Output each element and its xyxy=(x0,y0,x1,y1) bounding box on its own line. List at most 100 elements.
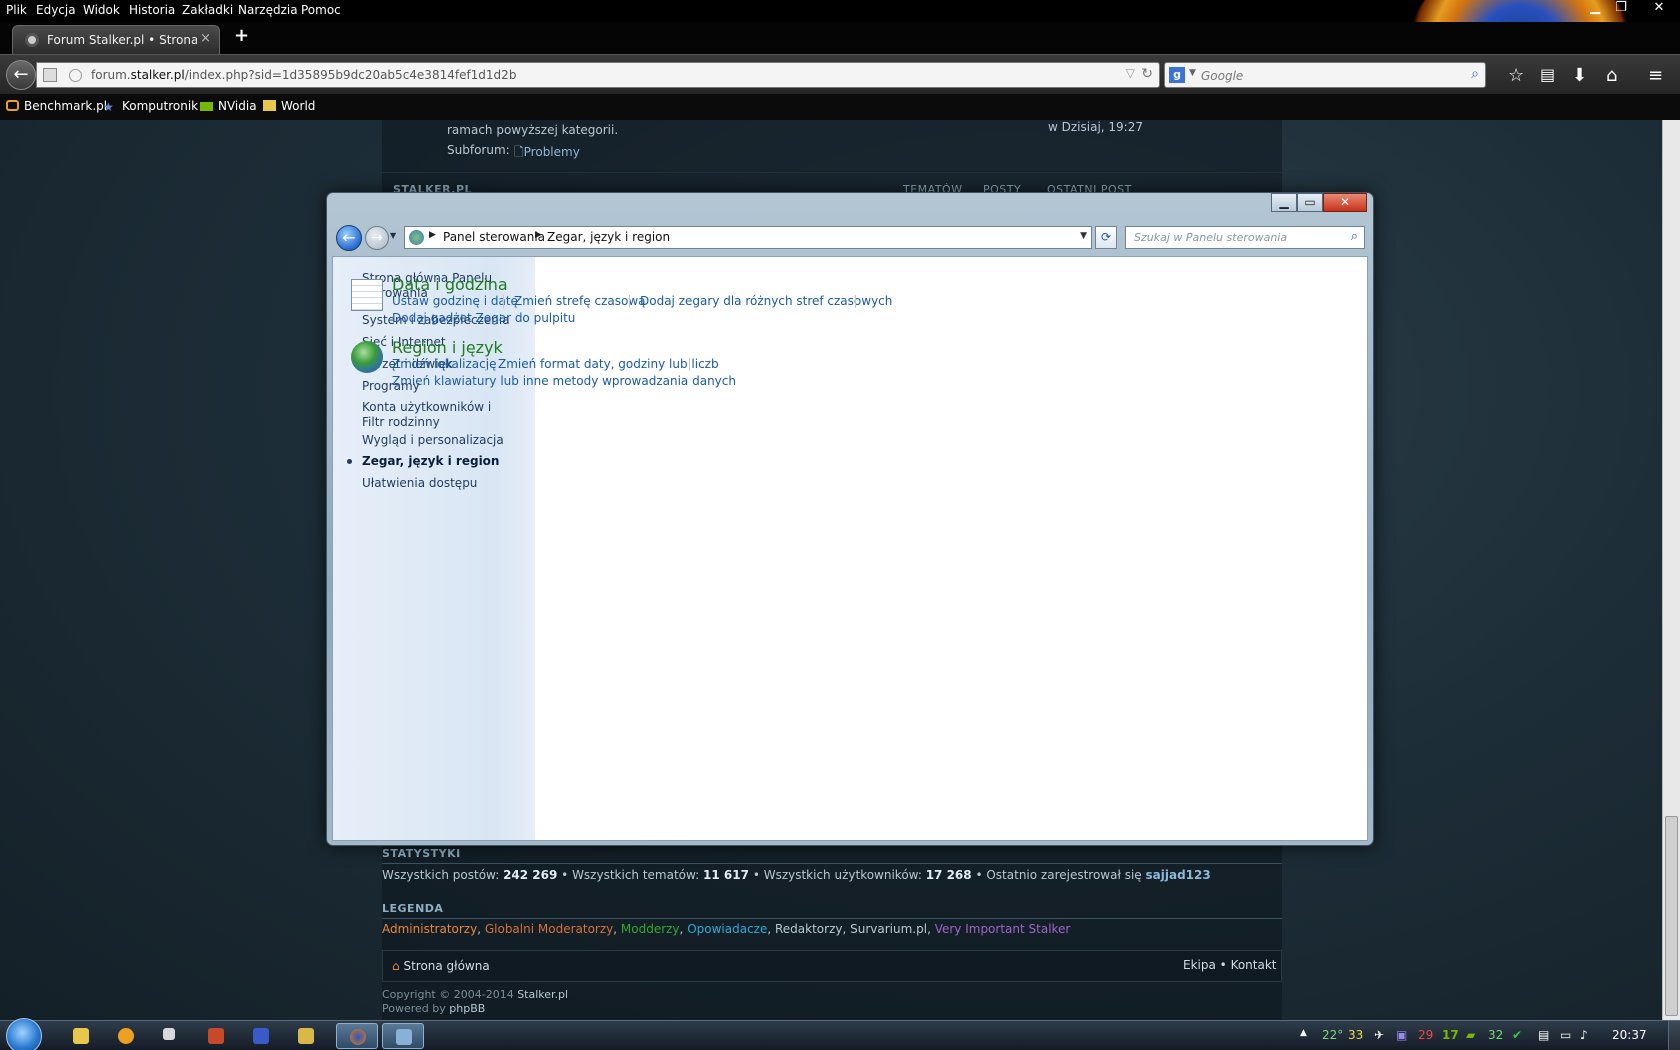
menu-file[interactable]: Plik xyxy=(6,3,27,17)
volume-icon[interactable]: ♪ xyxy=(1580,1028,1588,1042)
menu-view[interactable]: Widok xyxy=(83,3,120,17)
phpbb-link[interactable]: phpBB xyxy=(449,1002,485,1015)
forward-button[interactable]: → xyxy=(365,226,389,250)
category-date-time[interactable]: Data i godzina xyxy=(392,275,508,294)
bookmark-nvidia[interactable]: NVidia xyxy=(200,99,257,113)
tray-app-icon[interactable]: ▤ xyxy=(1538,1028,1549,1042)
firefox-icon xyxy=(350,1029,366,1045)
notepad-icon xyxy=(298,1028,314,1044)
home-icon[interactable]: ⌂ xyxy=(1606,65,1617,86)
back-button[interactable]: ← xyxy=(336,225,362,251)
search-icon[interactable]: ⌕ xyxy=(1351,229,1358,244)
bookmarks-list-icon[interactable]: ▤ xyxy=(1540,65,1555,84)
team-link[interactable]: Ekipa xyxy=(1183,958,1216,972)
download-icon[interactable]: ⬇ xyxy=(1572,65,1587,86)
search-placeholder: Szukaj w Panelu sterowania xyxy=(1134,231,1288,244)
bookmark-world[interactable]: World xyxy=(263,99,315,113)
restore-icon[interactable]: ❐ xyxy=(1608,0,1634,18)
newest-user-link[interactable]: sajjad123 xyxy=(1146,868,1211,882)
legend-admins[interactable]: Administratorzy xyxy=(382,922,477,936)
history-dropdown-icon[interactable]: ▽ xyxy=(1126,66,1135,80)
network-icon[interactable]: ▭ xyxy=(1560,1028,1571,1042)
contact-link[interactable]: Kontakt xyxy=(1231,958,1277,972)
bookmark-benchmark[interactable]: Benchmark.pl xyxy=(6,99,107,113)
tab-bar: Forum Stalker.pl • Strona g... × + xyxy=(0,22,1680,54)
sidebar-item-clock-region[interactable]: Zegar, język i region xyxy=(362,454,499,469)
tray-monitor-icon[interactable]: ▣ xyxy=(1396,1028,1407,1042)
legend-editors[interactable]: Redaktorzy xyxy=(775,922,842,936)
tab-close-icon[interactable]: × xyxy=(200,31,211,46)
close-button[interactable]: ✕ xyxy=(1323,193,1367,212)
minimize-icon[interactable]: ▁ xyxy=(1582,0,1608,18)
maximize-button[interactable]: ▭ xyxy=(1297,193,1323,212)
search-box[interactable]: g ▼ Google ⌕ xyxy=(1164,62,1486,88)
bookmarks-toolbar: Benchmark.pl ★ Komputronik NVidia World xyxy=(0,94,1680,120)
breadcrumb-control-panel[interactable]: Panel sterowania xyxy=(443,230,545,244)
explorer-taskbar-button[interactable] xyxy=(60,1023,102,1049)
chevron-down-icon[interactable]: ▼ xyxy=(1080,231,1087,241)
check-icon[interactable]: ✔ xyxy=(1512,1028,1522,1042)
legend-storytellers[interactable]: Opowiadacze xyxy=(687,922,767,936)
recent-pages-icon[interactable]: ▼ xyxy=(390,231,396,240)
link-change-formats[interactable]: Zmień format daty, godziny lub liczb xyxy=(498,357,719,371)
scroll-thumb[interactable] xyxy=(1665,816,1678,1016)
page-scrollbar[interactable] xyxy=(1662,120,1680,1020)
category-region-language[interactable]: Region i język xyxy=(392,338,503,357)
app-taskbar-button[interactable] xyxy=(285,1023,327,1049)
legend-global-mods[interactable]: Globalni Moderatorzy xyxy=(485,922,613,936)
link-change-timezone[interactable]: Zmień strefę czasową xyxy=(514,294,646,308)
menu-edit[interactable]: Edycja xyxy=(36,3,76,17)
legend-vis[interactable]: Very Important Stalker xyxy=(935,922,1071,936)
menu-tools[interactable]: Narzędzia xyxy=(238,3,298,17)
bookmark-star-icon[interactable]: ☆ xyxy=(1508,65,1524,86)
new-tab-button[interactable]: + xyxy=(234,25,249,46)
legend-survarium[interactable]: Survarium.pl xyxy=(850,922,927,936)
sidebar-item-accessibility[interactable]: Ułatwienia dostępu xyxy=(362,476,477,491)
airplane-icon[interactable]: ✈ xyxy=(1374,1028,1384,1042)
app-taskbar-button[interactable] xyxy=(150,1023,192,1049)
link-change-keyboards[interactable]: Zmień klawiatury lub inne metody wprowad… xyxy=(392,374,736,388)
reload-icon[interactable]: ↻ xyxy=(1141,66,1153,82)
copyright: Copyright © 2004-2014 Stalker.pl xyxy=(382,988,569,1001)
minimize-button[interactable]: ▁ xyxy=(1271,193,1297,212)
subforum-link[interactable]: 🗋Problemy xyxy=(514,143,580,164)
nvidia-tray-icon[interactable]: ▰ xyxy=(1466,1028,1475,1042)
tray-expand-icon[interactable]: ▲ xyxy=(1300,1028,1307,1038)
search-icon[interactable]: ⌕ xyxy=(1471,66,1479,82)
close-icon[interactable]: ✕ xyxy=(1646,0,1672,18)
search-input[interactable]: Szukaj w Panelu sterowania ⌕ xyxy=(1125,226,1365,249)
refresh-button[interactable]: ⟳ xyxy=(1095,226,1117,249)
back-button[interactable]: ← xyxy=(6,60,36,90)
menu-bookmarks[interactable]: Zakładki xyxy=(182,3,233,17)
chevron-right-icon[interactable]: ▶ xyxy=(429,230,436,240)
sidebar-item-appearance[interactable]: Wygląd i personalizacja xyxy=(362,433,504,448)
url-bar[interactable]: forum.stalker.pl/index.php?sid=1d35895b9… xyxy=(36,62,1160,88)
chevron-right-icon[interactable]: ▶ xyxy=(535,230,542,240)
control-panel-taskbar-button[interactable] xyxy=(382,1023,424,1049)
link-set-date-time[interactable]: Ustaw godzinę i datę xyxy=(392,294,518,308)
show-desktop-button[interactable] xyxy=(1668,1021,1680,1050)
menu-help[interactable]: Pomoc xyxy=(301,3,341,17)
app-taskbar-button[interactable] xyxy=(240,1023,282,1049)
start-button[interactable] xyxy=(6,1018,42,1050)
address-bar[interactable]: ▶ Panel sterowania ▶ Zegar, język i regi… xyxy=(404,226,1092,249)
firefox-taskbar-button[interactable] xyxy=(336,1023,378,1049)
bookmark-komputronik[interactable]: ★ Komputronik xyxy=(103,99,198,114)
link-change-location[interactable]: Zmień lokalizację xyxy=(392,357,496,371)
sidebar-item-accounts[interactable]: Konta użytkowników i Filtr rodzinny xyxy=(362,400,512,430)
menu-history[interactable]: Historia xyxy=(129,3,175,17)
engine-dropdown-icon[interactable]: ▼ xyxy=(1189,68,1196,78)
tab-forum[interactable]: Forum Stalker.pl • Strona g... × xyxy=(12,25,220,54)
google-icon[interactable]: g xyxy=(1169,67,1185,83)
breadcrumb-clock-region[interactable]: Zegar, język i region xyxy=(547,230,670,244)
app-taskbar-button[interactable] xyxy=(105,1023,147,1049)
divider xyxy=(382,918,1282,919)
clock[interactable]: 20:37 xyxy=(1612,1028,1647,1042)
home-link[interactable]: ⌂ Strona główna xyxy=(392,959,490,973)
link-add-clock-gadget[interactable]: Dodaj gadżet Zegar do pulpitu xyxy=(392,311,575,325)
app-taskbar-button[interactable] xyxy=(195,1023,237,1049)
divider xyxy=(382,172,1282,173)
tray-value-5: 32 xyxy=(1488,1028,1504,1042)
legend-modders[interactable]: Modderzy xyxy=(621,922,680,936)
menu-icon[interactable]: ≡ xyxy=(1648,65,1663,86)
